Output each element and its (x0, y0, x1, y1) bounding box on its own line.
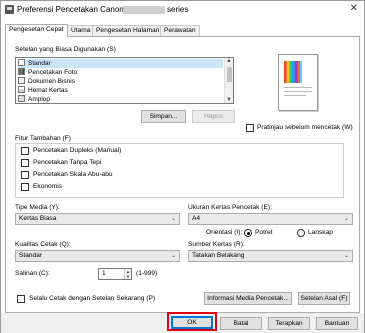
media-type-value: Kertas Biasa (19, 215, 57, 222)
preview-image (284, 61, 302, 83)
chevron-down-icon: ⌄ (343, 253, 349, 259)
print-quality-select[interactable]: Standar ⌄ (15, 250, 180, 262)
photo-icon (18, 68, 25, 75)
window-title-suffix: series (167, 5, 189, 14)
chevron-down-icon: ⌄ (170, 216, 176, 222)
portrait-label: Potret (255, 229, 273, 236)
close-icon[interactable]: ✕ (350, 3, 358, 14)
list-scrollbar[interactable]: ▲ ▼ (224, 58, 233, 103)
paper-size-label: Ukuran Kertas Pencetak (E): (188, 204, 272, 211)
list-item-label: Hemat Kertas (28, 87, 68, 94)
preview-line (284, 95, 306, 96)
standard-icon (18, 59, 25, 66)
media-type-label: Tipe Media (Y): (15, 204, 60, 211)
preview-before-print-checkbox[interactable] (246, 124, 254, 132)
media-type-select[interactable]: Kertas Biasa ⌄ (15, 213, 180, 225)
grayscale-label: Pencetakan Skala Abu-abu (33, 171, 113, 178)
printer-icon (5, 5, 14, 14)
borderless-checkbox[interactable] (21, 159, 29, 167)
scroll-down-icon[interactable]: ▼ (226, 97, 232, 103)
common-settings-label: Setelan yang Biasa Digunakan (S) (15, 46, 116, 53)
cancel-button[interactable]: Batal (220, 317, 262, 330)
always-print-checkbox[interactable] (17, 295, 25, 303)
copies-range: (1-999) (136, 270, 158, 277)
preview-before-print-label: Pratinjau sebelum mencetak (W) (257, 124, 353, 131)
list-item-label: Standar (28, 60, 51, 67)
redacted-model-name (123, 6, 165, 14)
apply-button[interactable]: Terapkan (268, 317, 310, 330)
tab-quick-setup[interactable]: Pengesetan Cepat (5, 24, 68, 37)
common-settings-list[interactable]: Standar Pencetakan Foto Dokumen Bisnis H… (15, 57, 234, 104)
always-print-label: Selalu Cetak dengan Setelan Sekarang (P) (29, 295, 156, 302)
paper-size-select[interactable]: A4 ⌄ (188, 213, 353, 225)
defaults-button[interactable]: Setelan Asal (F) (298, 292, 350, 305)
paper-source-select[interactable]: Tatakan Belakang ⌄ (188, 250, 353, 262)
copies-stepper[interactable]: 1 ▲ ▼ (98, 268, 132, 280)
landscape-radio[interactable] (297, 229, 305, 237)
stepper-arrows[interactable]: ▲ ▼ (124, 269, 131, 279)
list-item-label: Amplop (28, 96, 51, 103)
preview-line (284, 87, 312, 88)
preview-line (284, 91, 312, 92)
list-item-standard[interactable]: Standar (18, 59, 223, 68)
duplex-label: Pencetakan Dupleks (Manual) (33, 147, 122, 154)
copies-value: 1 (102, 270, 106, 277)
economy-checkbox[interactable] (21, 183, 29, 191)
save-button[interactable]: Simpan... (141, 110, 186, 123)
landscape-label: Lanskap (308, 229, 333, 236)
paper-source-label: Sumber Kertas (R): (188, 241, 245, 248)
list-item-envelope[interactable]: Amplop (18, 95, 223, 103)
additional-features-label: Fitur Tambahan (F) (15, 135, 71, 142)
scroll-up-icon[interactable]: ▲ (226, 58, 232, 64)
document-icon (18, 77, 25, 84)
duplex-checkbox[interactable] (21, 147, 29, 155)
list-item-photo-printing[interactable]: Pencetakan Foto (18, 68, 223, 77)
borderless-label: Pencetakan Tanpa Tepi (33, 159, 102, 166)
paper-source-value: Tatakan Belakang (192, 252, 245, 259)
list-item-business-document[interactable]: Dokumen Bisnis (18, 77, 223, 86)
chevron-down-icon: ⌄ (170, 253, 176, 259)
page-preview (278, 54, 318, 111)
ok-highlight-frame (167, 312, 217, 331)
print-quality-label: Kualitas Cetak (Q): (15, 241, 71, 248)
economy-label: Ekonomis (33, 183, 62, 190)
paper-saving-icon (18, 86, 25, 93)
list-item-paper-saving[interactable]: Hemat Kertas (18, 86, 223, 95)
chevron-down-icon: ⌄ (343, 216, 349, 222)
scroll-thumb[interactable] (227, 67, 232, 82)
list-item-label: Dokumen Bisnis (28, 78, 75, 85)
paper-size-value: A4 (192, 215, 201, 222)
grayscale-checkbox[interactable] (21, 171, 29, 179)
orientation-label: Orientasi (I): (206, 229, 243, 236)
portrait-radio[interactable] (244, 229, 252, 237)
delete-button[interactable]: Hapus (192, 110, 235, 123)
envelope-icon (18, 95, 25, 102)
copies-label: Salinan (C): (15, 270, 50, 277)
print-quality-value: Standar (19, 252, 43, 259)
title-bar: Preferensi Pencetakan Canon series ✕ (1, 1, 364, 19)
window-title: Preferensi Pencetakan Canon (17, 5, 124, 14)
media-info-button[interactable]: Informasi Media Pencetak... (204, 292, 292, 305)
list-item-label: Pencetakan Foto (28, 69, 78, 76)
help-button[interactable]: Bantuan (316, 317, 358, 330)
printing-preferences-window: Preferensi Pencetakan Canon series ✕ Pen… (0, 0, 365, 333)
